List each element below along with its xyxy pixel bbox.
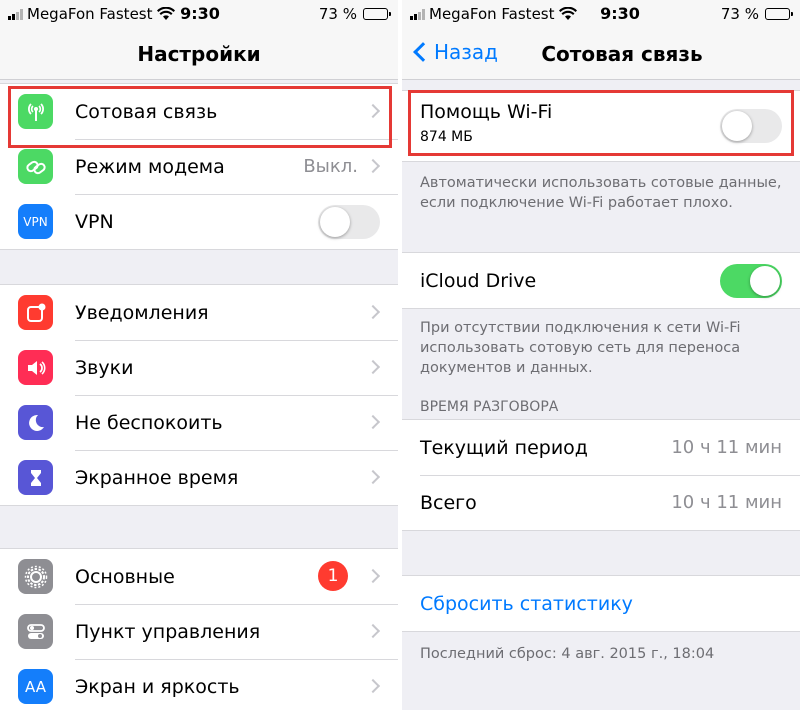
icloud-group: iCloud Drive — [402, 252, 800, 309]
update-badge: 1 — [318, 561, 348, 591]
speaker-icon — [18, 350, 53, 385]
call-time-group: Текущий период 10 ч 11 мин Всего 10 ч 11… — [402, 419, 800, 531]
nav-bar: Настройки — [0, 28, 398, 80]
icloud-drive-row[interactable]: iCloud Drive — [402, 253, 800, 308]
signal-bars-icon — [8, 8, 23, 20]
settings-item-label: Не беспокоить — [75, 411, 223, 434]
wifi-assist-usage: 874 МБ — [420, 129, 473, 145]
page-title: Сотовая связь — [541, 42, 703, 66]
wifi-assist-group: Помощь Wi-Fi 874 МБ — [402, 90, 800, 162]
icloud-drive-label: iCloud Drive — [420, 269, 537, 292]
settings-item-label: Сотовая связь — [75, 100, 218, 123]
chevron-left-icon — [413, 42, 433, 62]
reset-stats-label: Сбросить статистику — [420, 592, 633, 615]
control-center-icon — [18, 614, 53, 649]
text-size-icon: AA — [18, 669, 53, 704]
chevron-right-icon — [365, 304, 381, 320]
current-period-label: Текущий период — [420, 436, 588, 459]
status-time: 9:30 — [180, 4, 220, 23]
vpn-toggle[interactable] — [318, 205, 380, 239]
settings-item-hotspot[interactable]: Режим модема Выкл. — [0, 139, 398, 194]
nav-bar: Назад Сотовая связь — [402, 28, 800, 80]
reset-group: Сбросить статистику — [402, 575, 800, 632]
status-battery: 73 % — [720, 5, 793, 23]
total-row: Всего 10 ч 11 мин — [402, 475, 800, 530]
wifi-assist-toggle[interactable] — [720, 109, 782, 143]
link-chain-icon — [18, 149, 53, 184]
settings-item-label: Основные — [75, 565, 175, 588]
status-bar: MegaFon Fastest 9:30 73 % — [402, 0, 800, 28]
settings-item-label: Экран и яркость — [75, 675, 240, 698]
battery-icon — [363, 8, 391, 20]
status-battery: 73 % — [318, 5, 391, 23]
settings-item-label: Режим модема — [75, 155, 225, 178]
status-time: 9:30 — [600, 4, 640, 23]
call-time-header: ВРЕМЯ РАЗГОВОРА — [420, 399, 559, 415]
wifi-assist-note: Автоматически использовать сотовые данны… — [420, 175, 782, 211]
chevron-right-icon — [365, 103, 381, 119]
settings-item-label: Экранное время — [75, 466, 239, 489]
settings-group-network: Сотовая связь Режим модема Выкл. VPN VPN — [0, 83, 398, 250]
hotspot-status: Выкл. — [303, 156, 358, 177]
settings-panel: MegaFon Fastest 9:30 73 % Настройки Сото… — [0, 0, 398, 710]
battery-percent: 73 % — [720, 5, 759, 23]
total-label: Всего — [420, 491, 477, 514]
settings-item-cellular[interactable]: Сотовая связь — [0, 84, 398, 139]
chevron-right-icon — [365, 414, 381, 430]
chevron-right-icon — [365, 359, 381, 375]
chevron-right-icon — [365, 469, 381, 485]
chevron-right-icon — [365, 158, 381, 174]
gear-icon — [18, 559, 53, 594]
wifi-assist-label: Помощь Wi-Fi — [420, 101, 553, 123]
settings-item-label: Уведомления — [75, 301, 209, 324]
settings-item-label: VPN — [75, 210, 114, 233]
settings-item-general[interactable]: Основные 1 — [0, 549, 398, 604]
hourglass-icon — [18, 460, 53, 495]
back-button[interactable]: Назад — [412, 40, 498, 64]
icloud-drive-toggle[interactable] — [720, 264, 782, 298]
settings-group-notifications: Уведомления Звуки Не беспокоить Экранное… — [0, 284, 398, 506]
notifications-icon — [18, 295, 53, 330]
last-reset-note: Последний сброс: 4 авг. 2015 г., 18:04 — [420, 646, 715, 662]
settings-item-do-not-disturb[interactable]: Не беспокоить — [0, 395, 398, 450]
chevron-right-icon — [365, 623, 381, 639]
status-bar: MegaFon Fastest 9:30 73 % — [0, 0, 398, 28]
icloud-note: При отсутствии подключения к сети Wi-Fi … — [420, 320, 741, 376]
settings-group-general: Основные 1 Пункт управления AA Экран и я… — [0, 548, 398, 710]
settings-item-label: Звуки — [75, 356, 134, 379]
total-value: 10 ч 11 мин — [671, 492, 782, 513]
settings-item-label: Пункт управления — [75, 620, 261, 643]
vpn-icon: VPN — [18, 204, 53, 239]
wifi-assist-row[interactable]: Помощь Wi-Fi 874 МБ — [402, 91, 800, 161]
battery-percent: 73 % — [318, 5, 357, 23]
current-period-value: 10 ч 11 мин — [671, 437, 782, 458]
settings-item-sounds[interactable]: Звуки — [0, 340, 398, 395]
page-title: Настройки — [137, 42, 261, 66]
cellular-panel: MegaFon Fastest 9:30 73 % Назад Сотовая … — [402, 0, 800, 710]
settings-item-notifications[interactable]: Уведомления — [0, 285, 398, 340]
chevron-right-icon — [365, 568, 381, 584]
settings-item-vpn[interactable]: VPN VPN — [0, 194, 398, 249]
chevron-right-icon — [365, 678, 381, 694]
reset-stats-button[interactable]: Сбросить статистику — [402, 576, 800, 631]
settings-item-screen-time[interactable]: Экранное время — [0, 450, 398, 505]
settings-item-display[interactable]: AA Экран и яркость — [0, 659, 398, 710]
moon-icon — [18, 405, 53, 440]
back-label: Назад — [434, 40, 499, 64]
current-period-row: Текущий период 10 ч 11 мин — [402, 420, 800, 475]
signal-bars-icon — [410, 8, 425, 20]
battery-icon — [765, 8, 793, 20]
settings-item-control-center[interactable]: Пункт управления — [0, 604, 398, 659]
antenna-icon — [18, 94, 53, 129]
